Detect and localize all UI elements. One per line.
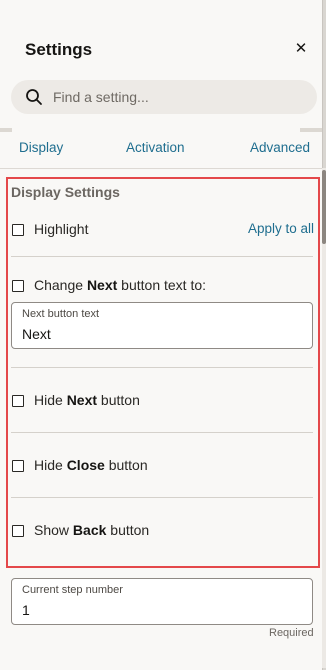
divider <box>11 367 313 368</box>
display-settings-title: Display Settings <box>11 184 120 200</box>
hide-next-checkbox[interactable] <box>12 395 24 407</box>
current-step-number-value[interactable]: 1 <box>22 602 30 618</box>
hide-next-row: Hide Next button <box>12 392 314 412</box>
panel-header: Settings ✕ <box>0 0 322 132</box>
settings-tabs: Display Activation Advanced <box>0 132 322 168</box>
change-next-text-label: Change Next button text to: <box>34 277 207 293</box>
required-hint: Required <box>269 627 314 639</box>
search-icon <box>26 89 42 105</box>
close-icon: ✕ <box>294 40 308 57</box>
scrollbar-thumb[interactable] <box>322 170 326 244</box>
change-next-text-row: Change Next button text to: <box>12 277 314 297</box>
close-button[interactable]: ✕ <box>290 38 312 60</box>
divider <box>11 256 313 257</box>
tab-display[interactable]: Display <box>19 140 63 155</box>
divider <box>11 432 313 433</box>
show-back-checkbox[interactable] <box>12 525 24 537</box>
hide-close-label: Hide Close button <box>34 457 148 473</box>
apply-to-all-link[interactable]: Apply to all <box>248 221 314 236</box>
hide-close-checkbox[interactable] <box>12 460 24 472</box>
current-step-number-field[interactable]: Current step number 1 <box>11 578 313 625</box>
show-back-label: Show Back button <box>34 522 150 538</box>
highlight-label: Highlight <box>34 221 89 237</box>
tabs-divider <box>0 168 322 169</box>
tab-advanced[interactable]: Advanced <box>250 140 310 155</box>
highlight-checkbox[interactable] <box>12 224 24 236</box>
panel-title: Settings <box>25 40 93 59</box>
show-back-row: Show Back button <box>12 522 314 542</box>
next-button-text-label: Next button text <box>22 308 100 320</box>
divider <box>11 497 313 498</box>
next-button-text-value[interactable]: Next <box>22 326 51 342</box>
hide-close-row: Hide Close button <box>12 457 314 477</box>
search-input[interactable] <box>53 87 303 107</box>
search-box[interactable] <box>11 80 317 114</box>
current-step-number-label: Current step number <box>22 584 123 596</box>
next-button-text-field[interactable]: Next button text Next <box>11 302 313 349</box>
tab-activation[interactable]: Activation <box>126 140 185 155</box>
settings-panel: Settings ✕ Display Activation Advanced D… <box>0 0 323 670</box>
hide-next-label: Hide Next button <box>34 392 140 408</box>
change-next-text-checkbox[interactable] <box>12 280 24 292</box>
